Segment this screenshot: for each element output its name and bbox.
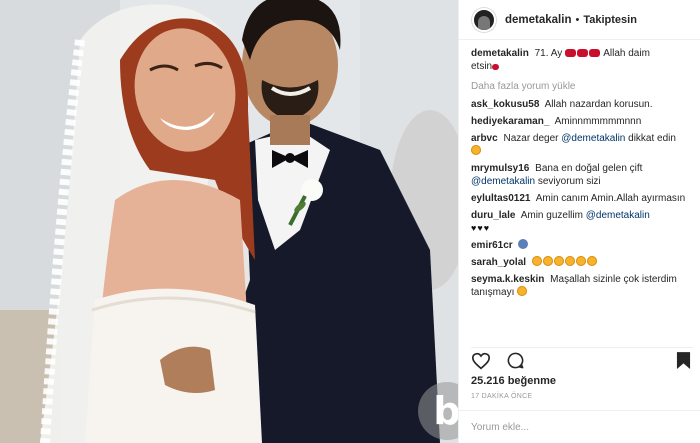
heart-outline-icon[interactable] (471, 351, 491, 371)
heart-eyes-emoji-icon (531, 256, 598, 268)
list-item: mrymulsy16 Bana en doğal gelen çift @dem… (471, 162, 688, 188)
caption-text: 71. Ay (534, 48, 563, 59)
comment-username[interactable]: mrymulsy16 (471, 163, 529, 174)
list-item: ask_kokusu58 Allah nazardan korusun. (471, 98, 688, 111)
comment-text-after: dikkat edin (628, 133, 676, 144)
comment-username[interactable]: sarah_yolal (471, 257, 526, 268)
list-item: emir61cr (471, 239, 688, 252)
comment-username[interactable]: emir61cr (471, 240, 513, 251)
comment-username[interactable]: eylultas0121 (471, 193, 531, 204)
comment-text-after: seviyorum sizi (537, 176, 601, 187)
comment-username[interactable]: seyma.k.keskin (471, 274, 544, 285)
post-header: demetakalin • Takiptesin (459, 0, 700, 40)
comment-text: Nazar deger (503, 133, 559, 144)
comment-mention[interactable]: @demetakalin (471, 176, 535, 187)
hearts-emoji-icon: ♥♥♥ (471, 223, 491, 233)
header-separator: • (575, 13, 580, 26)
following-status-button[interactable]: Takiptesin (583, 14, 637, 26)
comment-mention[interactable]: @demetakalin (561, 133, 625, 144)
comment-text: Aminnmmmmmnnn (554, 116, 642, 127)
post-timestamp[interactable]: 17 DAKİKA ÖNCE (471, 393, 532, 400)
caption-username[interactable]: demetakalin (471, 48, 529, 59)
face-emoji-icon (517, 286, 528, 296)
face-emoji-icon (471, 145, 481, 155)
comment-bubble-icon[interactable] (505, 351, 525, 371)
comment-text: Allah nazardan korusun. (544, 99, 653, 110)
wedding-photo-illustration (0, 0, 458, 443)
caption-text-3: etsin (471, 61, 493, 72)
caption: demetakalin 71. Ay Allah daim etsin (471, 47, 688, 73)
ring-emoji-icon (565, 48, 601, 59)
like-count[interactable]: 25.216 beğenme (471, 375, 556, 387)
bookmark-icon[interactable] (673, 351, 693, 371)
comment-username[interactable]: arbvc (471, 133, 498, 144)
list-item: eylultas0121 Amin canım Amin.Allah ayırm… (471, 192, 688, 205)
comment-mention[interactable]: @demetakalin (586, 210, 650, 221)
comment-text: Amin canım Amin.Allah ayırmasın (535, 193, 686, 204)
post-username[interactable]: demetakalin (505, 14, 571, 26)
list-item: seyma.k.keskin Maşallah sizinle çok iste… (471, 273, 688, 299)
ring-emoji-icon (492, 64, 500, 70)
list-item: sarah_yolal (471, 256, 688, 269)
comment-text: Amin guzellim (520, 210, 583, 221)
comment-username[interactable]: duru_lale (471, 210, 515, 221)
load-more-comments-link[interactable]: Daha fazla yorum yükle (471, 80, 688, 93)
post-actions (471, 347, 693, 369)
comments-list: demetakalin 71. Ay Allah daim etsin Daha… (459, 40, 700, 299)
add-comment-bar (459, 410, 700, 443)
list-item: duru_lale Amin guzellim @demetakalin ♥♥♥ (471, 209, 688, 235)
list-item: hediyekaraman_ Aminnmmmmmnnn (471, 115, 688, 128)
comment-text: Bana en doğal gelen çift (535, 163, 643, 174)
post-sidebar: demetakalin • Takiptesin demetakalin 71.… (458, 0, 700, 443)
comment-username[interactable]: ask_kokusu58 (471, 99, 539, 110)
profile-avatar[interactable] (472, 7, 496, 32)
caption-text-2: Allah daim (603, 48, 650, 59)
post-photo[interactable]: b (0, 0, 458, 443)
comment-username[interactable]: hediyekaraman_ (471, 116, 549, 127)
list-item: arbvc Nazar deger @demetakalin dikkat ed… (471, 132, 688, 158)
comment-input[interactable] (471, 421, 671, 433)
person-emoji-icon (518, 239, 529, 249)
